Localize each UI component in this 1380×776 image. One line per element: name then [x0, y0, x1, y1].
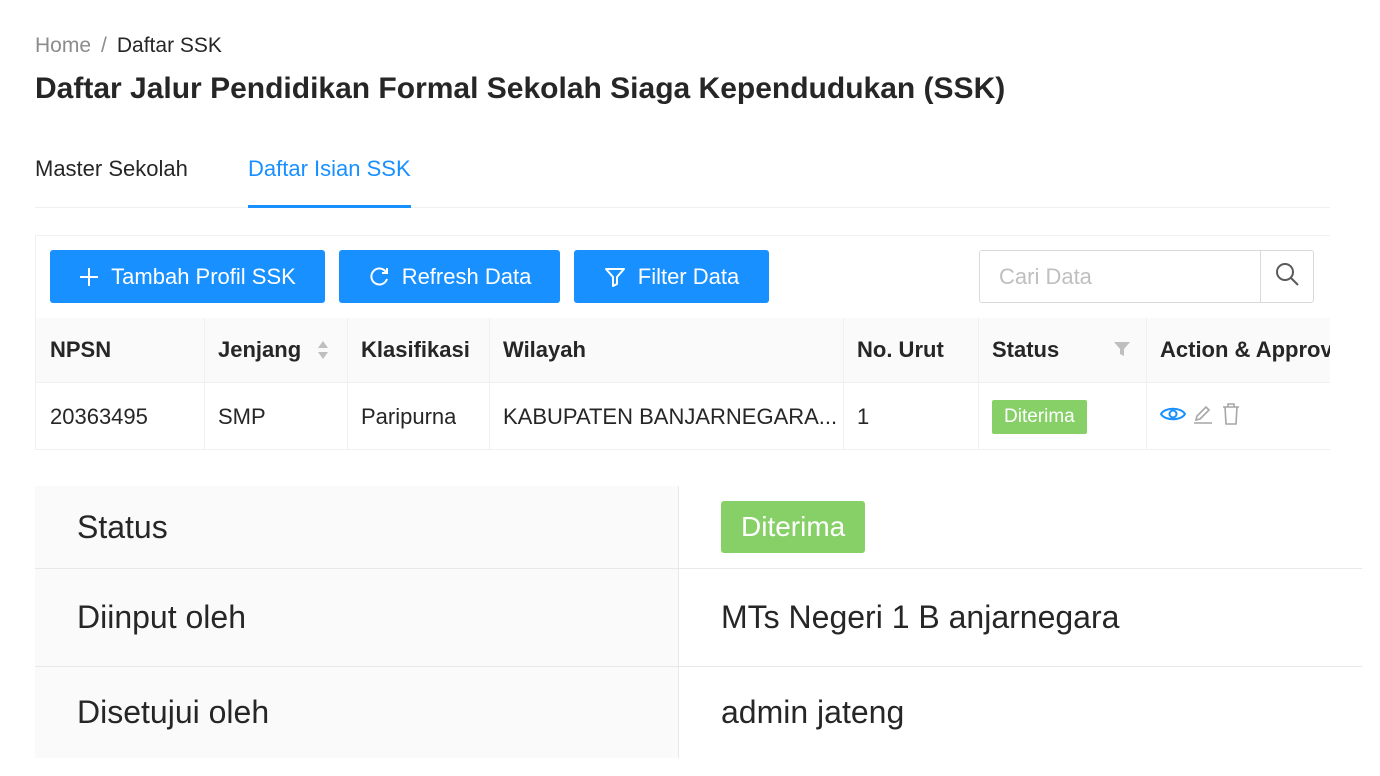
detail-row-status: Status Diterima — [35, 486, 1362, 569]
breadcrumb-current: Daftar SSK — [116, 34, 222, 57]
refresh-icon — [368, 266, 390, 288]
column-npsn[interactable]: NPSN — [50, 318, 111, 382]
column-status[interactable]: Status — [992, 318, 1059, 382]
detail-panel: Status Diterima Diinput oleh MTs Negeri … — [35, 486, 1362, 758]
breadcrumb: Home / Daftar SSK — [35, 34, 222, 58]
refresh-data-button[interactable]: Refresh Data — [339, 250, 560, 303]
cell-status: Diterima — [992, 383, 1087, 449]
column-filter-icon[interactable] — [1113, 340, 1131, 363]
edit-icon[interactable] — [1192, 403, 1214, 431]
detail-approved-value: admin jateng — [721, 694, 905, 730]
column-klasifikasi[interactable]: Klasifikasi — [361, 318, 470, 382]
column-jenjang[interactable]: Jenjang — [218, 318, 301, 382]
search-box — [979, 250, 1314, 303]
detail-status-label: Status — [35, 486, 679, 568]
cell-no-urut: 1 — [857, 403, 870, 429]
column-wilayah[interactable]: Wilayah — [503, 318, 586, 382]
cell-wilayah: KABUPATEN BANJARNEGARA... — [503, 403, 838, 429]
table-panel: Tambah Profil SSK Refresh Data Filter Da… — [35, 235, 1330, 450]
breadcrumb-home-link[interactable]: Home — [35, 34, 91, 57]
page-title: Daftar Jalur Pendidikan Formal Sekolah S… — [35, 72, 1006, 105]
detail-status-value: Diterima — [721, 486, 866, 568]
column-no-urut[interactable]: No. Urut — [857, 318, 944, 382]
detail-approved-label: Disetujui oleh — [35, 667, 679, 758]
add-profile-label: Tambah Profil SSK — [111, 263, 296, 289]
detail-status-badge: Diterima — [721, 501, 866, 553]
cell-klasifikasi: Paripurna — [361, 403, 457, 429]
breadcrumb-separator: / — [101, 34, 107, 57]
search-input[interactable] — [980, 251, 1262, 302]
delete-icon[interactable] — [1220, 402, 1242, 432]
search-button[interactable] — [1260, 251, 1313, 302]
table-row[interactable]: 20363495 SMP Paripurna KABUPATEN BANJARN… — [36, 383, 1330, 449]
cell-npsn: 20363495 — [50, 403, 148, 429]
add-profile-button[interactable]: Tambah Profil SSK — [50, 250, 325, 303]
detail-row-approved: Disetujui oleh admin jateng — [35, 667, 1362, 758]
detail-input-value: MTs Negeri 1 B anjarnegara — [721, 599, 1120, 635]
cell-jenjang: SMP — [218, 403, 266, 429]
detail-row-input: Diinput oleh MTs Negeri 1 B anjarnegara — [35, 569, 1362, 667]
filter-data-button[interactable]: Filter Data — [574, 250, 769, 303]
active-tab-indicator — [248, 205, 411, 208]
refresh-data-label: Refresh Data — [401, 263, 532, 289]
cell-actions — [1160, 383, 1242, 449]
column-action-approval: Action & Approval — [1160, 337, 1330, 362]
filter-data-label: Filter Data — [637, 263, 740, 289]
view-icon[interactable] — [1160, 404, 1187, 430]
search-icon — [1274, 261, 1300, 292]
filter-icon — [604, 266, 626, 288]
tab-master-sekolah[interactable]: Master Sekolah — [35, 156, 188, 182]
table-header: NPSN Jenjang Klasifikasi Wilayah No. Uru… — [36, 318, 1330, 383]
tab-bar: Master Sekolah Daftar Isian SSK — [35, 150, 1330, 208]
tab-daftar-isian-ssk[interactable]: Daftar Isian SSK — [248, 156, 411, 182]
sort-icon[interactable] — [316, 338, 330, 367]
status-badge: Diterima — [992, 399, 1087, 434]
plus-icon — [79, 267, 99, 287]
detail-input-label: Diinput oleh — [35, 569, 679, 666]
